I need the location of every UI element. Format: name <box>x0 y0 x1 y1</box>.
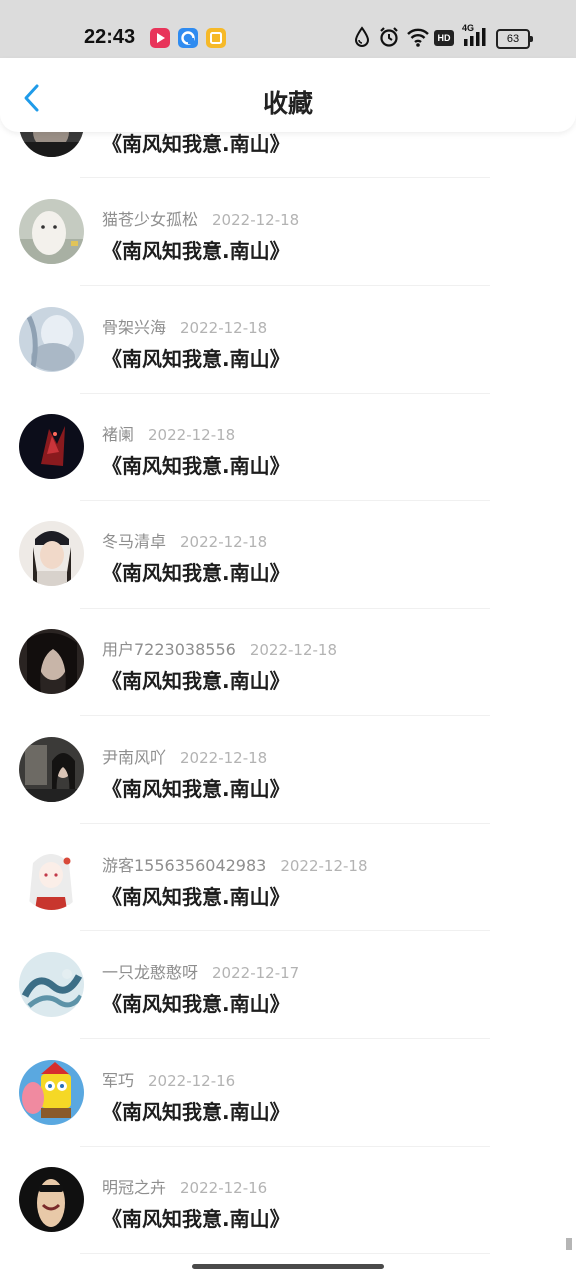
item-meta: 骨架兴海 2022-12-18 <box>102 314 267 338</box>
alarm-icon <box>378 26 400 48</box>
page-title: 收藏 <box>262 89 313 118</box>
avatar <box>19 1060 84 1125</box>
item-meta: 冬马清卓 2022-12-18 <box>102 528 267 552</box>
list-item[interactable]: 游客1556356042983 2022-12-18 《南风知我意.南山》 <box>0 845 576 952</box>
item-meta: 用户7223038556 2022-12-18 <box>102 636 337 660</box>
home-indicator[interactable] <box>192 1264 384 1269</box>
item-meta: 猫苍少女孤松 2022-12-18 <box>102 206 299 230</box>
divider <box>80 1253 490 1254</box>
item-meta: 游客1556356042983 2022-12-18 <box>102 852 368 876</box>
favorite-title: 《南风知我意.南山》 <box>102 132 290 156</box>
list-item[interactable]: 一只龙憨憨呀 2022-12-17 《南风知我意.南山》 <box>0 952 576 1059</box>
favorite-title: 《南风知我意.南山》 <box>102 777 290 801</box>
favorite-title: 《南风知我意.南山》 <box>102 885 290 909</box>
avatar <box>19 845 84 910</box>
network-type: 4G <box>462 23 475 33</box>
username: 猫苍少女孤松 <box>102 210 199 229</box>
avatar <box>19 199 84 264</box>
item-meta: 一只龙憨憨呀 2022-12-17 <box>102 959 299 983</box>
date: 2022-12-17 <box>212 964 300 982</box>
favorite-title: 《南风知我意.南山》 <box>102 669 290 693</box>
favorite-title: 《南风知我意.南山》 <box>102 347 290 371</box>
divider <box>80 285 490 286</box>
avatar <box>19 737 84 802</box>
date: 2022-12-18 <box>148 426 236 444</box>
date: 2022-12-16 <box>148 1072 236 1090</box>
username: 褚阑 <box>102 425 135 444</box>
notes-app-icon <box>206 28 226 48</box>
divider <box>80 608 490 609</box>
list-item[interactable]: 冬马清卓 2022-12-18 《南风知我意.南山》 <box>0 521 576 628</box>
date: 2022-12-18 <box>180 749 268 767</box>
username: 冬马清卓 <box>102 532 167 551</box>
username: 军巧 <box>102 1071 135 1090</box>
battery-indicator: 63 <box>496 29 533 49</box>
favorite-title: 《南风知我意.南山》 <box>102 454 290 478</box>
list-item[interactable]: 骨架兴海 2022-12-18 《南风知我意.南山》 <box>0 307 576 414</box>
date: 2022-12-18 <box>180 319 268 337</box>
list-item[interactable]: 尹南风吖 2022-12-18 《南风知我意.南山》 <box>0 737 576 844</box>
avatar <box>19 414 84 479</box>
favorite-title: 《南风知我意.南山》 <box>102 1207 290 1231</box>
browser-app-icon <box>178 28 198 48</box>
username: 明冠之卉 <box>102 1178 167 1197</box>
avatar <box>19 629 84 694</box>
favorite-title: 《南风知我意.南山》 <box>102 239 290 263</box>
date: 2022-12-18 <box>249 641 337 659</box>
divider <box>80 177 490 178</box>
divider <box>80 1038 490 1039</box>
avatar <box>19 952 84 1017</box>
date: 2022-12-18 <box>212 211 300 229</box>
username: 尹南风吖 <box>102 748 167 767</box>
divider <box>80 1146 490 1147</box>
date: 2022-12-18 <box>180 533 268 551</box>
list-item[interactable]: 明冠之卉 2022-12-16 《南风知我意.南山》 <box>0 1167 576 1274</box>
list-item[interactable]: 军巧 2022-12-16 《南风知我意.南山》 <box>0 1060 576 1167</box>
item-meta: 尹南风吖 2022-12-18 <box>102 744 267 768</box>
scrollbar[interactable] <box>566 1238 572 1250</box>
username: 用户7223038556 <box>102 640 236 659</box>
item-meta: 褚阑 2022-12-18 <box>102 421 235 445</box>
video-app-icon <box>150 28 170 48</box>
avatar <box>19 1167 84 1232</box>
divider <box>80 823 490 824</box>
favorite-title: 《南风知我意.南山》 <box>102 1100 290 1124</box>
username: 骨架兴海 <box>102 318 167 337</box>
favorite-title: 《南风知我意.南山》 <box>102 992 290 1016</box>
favorite-title: 《南风知我意.南山》 <box>102 561 290 585</box>
item-meta: 明冠之卉 2022-12-16 <box>102 1174 267 1198</box>
page-header: 收藏 <box>0 58 576 132</box>
avatar <box>19 521 84 586</box>
divider <box>80 393 490 394</box>
divider <box>80 715 490 716</box>
list-item[interactable]: 褚阑 2022-12-18 《南风知我意.南山》 <box>0 414 576 521</box>
wifi-icon <box>406 26 430 48</box>
date: 2022-12-16 <box>180 1179 268 1197</box>
username: 一只龙憨憨呀 <box>102 963 199 982</box>
divider <box>80 500 490 501</box>
list-item[interactable]: 猫苍少女孤松 2022-12-18 《南风知我意.南山》 <box>0 199 576 306</box>
item-meta: 军巧 2022-12-16 <box>102 1067 235 1091</box>
hd-badge: HD <box>434 30 454 46</box>
username: 游客1556356042983 <box>102 856 267 875</box>
status-time: 22:43 <box>84 26 136 48</box>
water-drop-icon <box>354 26 370 48</box>
avatar <box>19 307 84 372</box>
date: 2022-12-18 <box>280 857 368 875</box>
divider <box>80 930 490 931</box>
status-bar: 22:43 HD 4G 63 <box>0 0 576 60</box>
list-item[interactable]: 用户7223038556 2022-12-18 《南风知我意.南山》 <box>0 629 576 736</box>
